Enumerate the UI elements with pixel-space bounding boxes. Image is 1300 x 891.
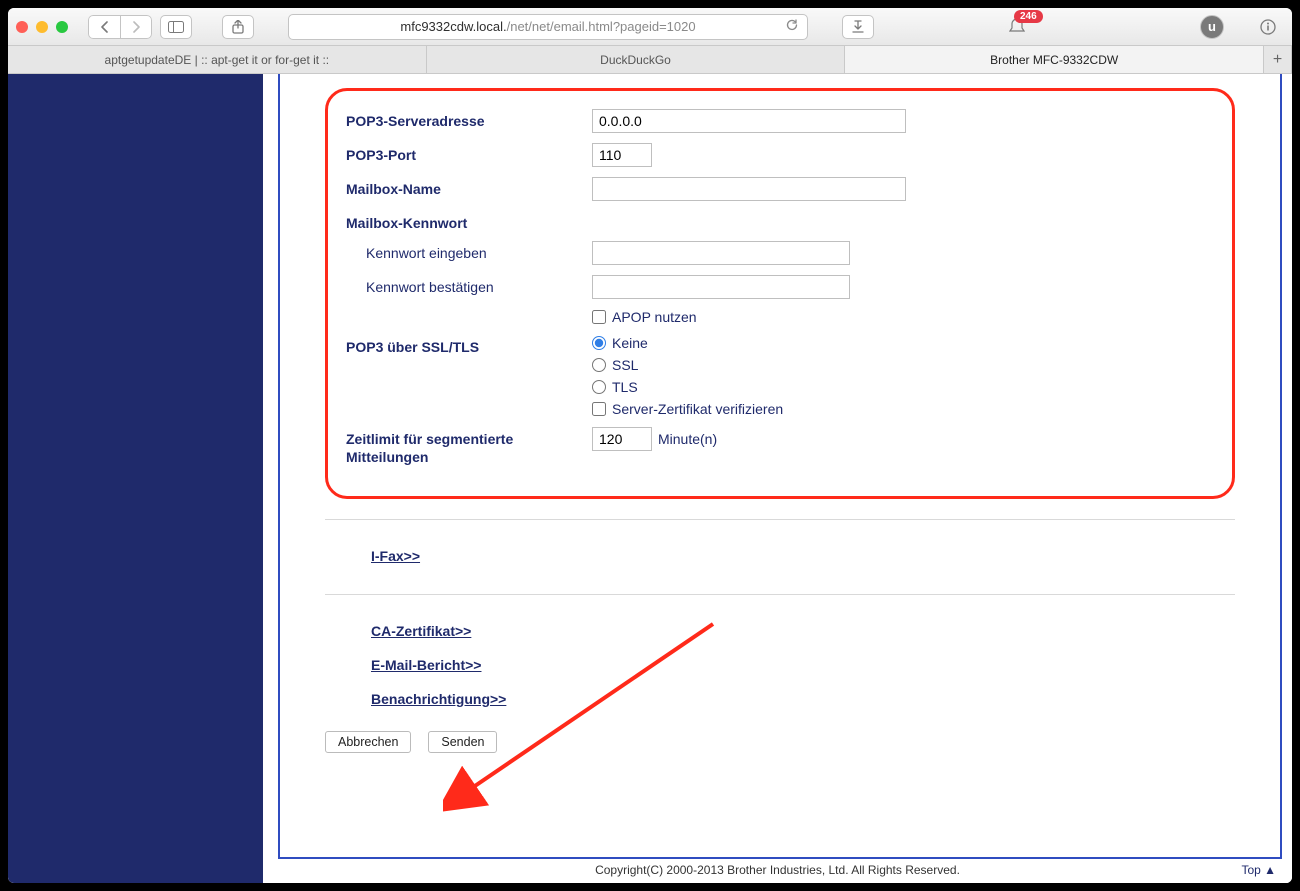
printer-nav-sidebar	[8, 74, 263, 883]
extension-1-button[interactable]: 246	[1000, 18, 1034, 36]
apop-checkbox[interactable]	[592, 310, 606, 324]
page-footer: Copyright(C) 2000-2013 Brother Industrie…	[263, 859, 1292, 881]
cancel-button[interactable]: Abbrechen	[325, 731, 411, 753]
password-enter-label: Kennwort eingeben	[366, 241, 592, 261]
submit-button[interactable]: Senden	[428, 731, 497, 753]
pop3-server-input[interactable]	[592, 109, 906, 133]
ssl-none-row[interactable]: Keine	[592, 335, 783, 351]
url-host: mfc9332cdw.local.	[400, 19, 506, 34]
close-window-icon[interactable]	[16, 21, 28, 33]
top-link[interactable]: Top ▲	[1241, 863, 1276, 877]
zoom-window-icon[interactable]	[56, 21, 68, 33]
ca-cert-link[interactable]: CA-Zertifikat>>	[371, 623, 471, 639]
email-report-link[interactable]: E-Mail-Bericht>>	[371, 657, 481, 673]
pop3-settings-group: POP3-Serveradresse POP3-Port Mailbox-Nam…	[325, 88, 1235, 499]
downloads-button[interactable]	[842, 15, 874, 39]
back-button[interactable]	[88, 15, 120, 39]
mailbox-name-input[interactable]	[592, 177, 906, 201]
notification-link[interactable]: Benachrichtigung>>	[371, 691, 506, 707]
pop3-server-label: POP3-Serveradresse	[346, 109, 592, 129]
tab-3[interactable]: Brother MFC-9332CDW	[845, 46, 1264, 73]
info-button[interactable]	[1252, 15, 1284, 39]
minimize-window-icon[interactable]	[36, 21, 48, 33]
share-button[interactable]	[222, 15, 254, 39]
window-controls	[16, 21, 68, 33]
mailbox-password-label: Mailbox-Kennwort	[346, 211, 592, 231]
new-tab-button[interactable]: +	[1264, 46, 1292, 73]
extension-u-button[interactable]: u	[1200, 15, 1224, 39]
separator	[325, 594, 1235, 595]
reload-icon[interactable]	[785, 18, 799, 35]
apop-checkbox-row[interactable]: APOP nutzen	[592, 309, 697, 325]
timeout-input[interactable]	[592, 427, 652, 451]
pop3-port-input[interactable]	[592, 143, 652, 167]
ssl-tls-radio[interactable]	[592, 380, 606, 394]
ssl-ssl-row[interactable]: SSL	[592, 357, 783, 373]
apop-label: APOP nutzen	[612, 309, 697, 325]
pop3-port-label: POP3-Port	[346, 143, 592, 163]
tab-2[interactable]: DuckDuckGo	[427, 46, 846, 73]
verify-cert-checkbox[interactable]	[592, 402, 606, 416]
address-bar[interactable]: mfc9332cdw.local./net/net/email.html?pag…	[288, 14, 808, 40]
content-panel: POP3-Serveradresse POP3-Port Mailbox-Nam…	[278, 74, 1282, 859]
form-buttons: Abbrechen Senden	[325, 717, 1235, 753]
sidebar-button[interactable]	[160, 15, 192, 39]
mailbox-name-label: Mailbox-Name	[346, 177, 592, 197]
browser-toolbar: mfc9332cdw.local./net/net/email.html?pag…	[8, 8, 1292, 46]
password-enter-input[interactable]	[592, 241, 850, 265]
ssl-tls-row[interactable]: TLS	[592, 379, 783, 395]
timeout-label: Zeitlimit für segmentierte Mitteilungen	[346, 427, 592, 466]
password-confirm-label: Kennwort bestätigen	[366, 275, 592, 295]
copyright-text: Copyright(C) 2000-2013 Brother Industrie…	[595, 863, 960, 877]
page-viewport: POP3-Serveradresse POP3-Port Mailbox-Nam…	[8, 74, 1292, 883]
verify-cert-row[interactable]: Server-Zertifikat verifizieren	[592, 401, 783, 417]
url-path: /net/net/email.html?pageid=1020	[507, 19, 696, 34]
nav-buttons	[88, 15, 152, 39]
timeout-unit: Minute(n)	[658, 431, 717, 447]
ssl-none-radio[interactable]	[592, 336, 606, 350]
forward-button[interactable]	[120, 15, 152, 39]
browser-tabs: aptgetupdateDE | :: apt-get it or for-ge…	[8, 46, 1292, 74]
tab-1[interactable]: aptgetupdateDE | :: apt-get it or for-ge…	[8, 46, 427, 73]
separator	[325, 519, 1235, 520]
notification-badge: 246	[1014, 10, 1043, 23]
ssl-section-label: POP3 über SSL/TLS	[346, 335, 592, 355]
ifax-link[interactable]: I-Fax>>	[371, 548, 420, 564]
ssl-ssl-radio[interactable]	[592, 358, 606, 372]
password-confirm-input[interactable]	[592, 275, 850, 299]
